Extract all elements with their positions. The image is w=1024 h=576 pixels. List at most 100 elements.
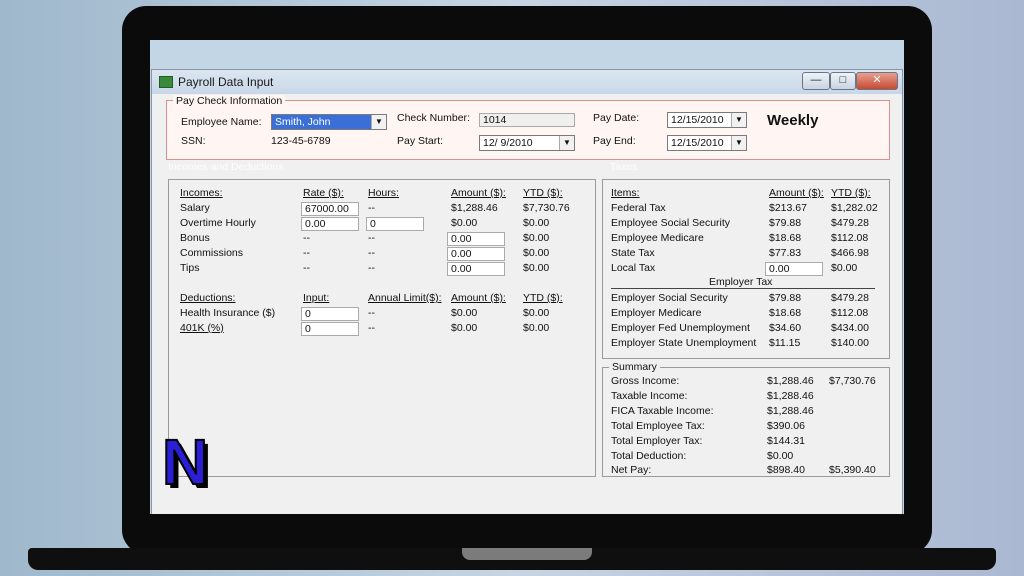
tax-label: Local Tax: [611, 262, 656, 274]
pay-frequency: Weekly: [767, 112, 819, 129]
incomes-deductions-group: Incomes: Rate ($): Hours: Amount ($): YT…: [168, 179, 596, 477]
summary-label: Total Employee Tax:: [611, 420, 705, 432]
payroll-window: Payroll Data Input — □ ✕ Pay Check Infor…: [151, 69, 903, 514]
paycheck-info-group: Pay Check Information Employee Name: Smi…: [166, 95, 890, 160]
pay-date-label: Pay Date:: [593, 112, 640, 124]
maximize-button[interactable]: □: [830, 72, 856, 90]
pay-date-value: 12/15/2010: [671, 114, 724, 126]
tips-amount-input[interactable]: 0.00: [447, 262, 505, 276]
summary-label: FICA Taxable Income:: [611, 405, 714, 417]
income-label: Salary: [180, 202, 210, 214]
salary-hours: --: [368, 202, 375, 214]
annual-limit-header: Annual Limit($):: [368, 292, 442, 304]
chevron-down-icon[interactable]: ▼: [371, 115, 386, 129]
employer-tax-ytd: $434.00: [831, 322, 869, 334]
summary-label: Total Employer Tax:: [611, 435, 703, 447]
bonus-rate: --: [303, 232, 310, 244]
401k-amount: $0.00: [451, 322, 478, 334]
salary-rate-input[interactable]: 67000.00: [301, 202, 359, 216]
close-button[interactable]: ✕: [856, 72, 898, 90]
bonus-hours: --: [368, 232, 375, 244]
summary-ytd: $5,390.40: [829, 464, 876, 476]
tax-amount-header: Amount ($):: [769, 187, 824, 199]
employer-tax-label: Employer State Unemployment: [611, 337, 757, 349]
pay-end-label: Pay End:: [593, 135, 636, 147]
items-header: Items:: [611, 187, 640, 199]
deduction-amount-header: Amount ($):: [451, 292, 506, 304]
deduction-label: Health Insurance ($): [180, 307, 276, 319]
bonus-amount-input[interactable]: 0.00: [447, 232, 505, 246]
pay-start-label: Pay Start:: [397, 135, 444, 147]
deduction-ytd-header: YTD ($):: [523, 292, 563, 304]
hours-header: Hours:: [368, 187, 399, 199]
overtime-hours-input[interactable]: 0: [366, 217, 424, 231]
logo-letter: N: [162, 432, 208, 492]
income-label: Tips: [180, 262, 200, 274]
employee-name-value: Smith, John: [275, 116, 331, 128]
salary-amount: $1,288.46: [451, 202, 498, 214]
tax-label: Federal Tax: [611, 202, 666, 214]
overtime-rate-input[interactable]: 0.00: [301, 217, 359, 231]
salary-ytd: $7,730.76: [523, 202, 570, 214]
channel-logo: N N: [161, 432, 212, 492]
tips-hours: --: [368, 262, 375, 274]
input-header: Input:: [303, 292, 330, 304]
health-insurance-input[interactable]: 0: [301, 307, 359, 321]
overtime-amount: $0.00: [451, 217, 478, 229]
summary-amount: $1,288.46: [767, 405, 814, 417]
taxes-group: Items: Amount ($): YTD ($): Federal Tax …: [602, 179, 890, 359]
401k-ytd: $0.00: [523, 322, 550, 334]
health-limit: --: [368, 307, 375, 319]
employer-tax-amount: $11.15: [769, 337, 801, 349]
bonus-ytd: $0.00: [523, 232, 550, 244]
employer-divider: [611, 288, 875, 289]
tax-amount: $213.67: [769, 202, 807, 214]
pay-date-picker[interactable]: 12/15/2010 ▼: [667, 112, 747, 128]
401k-input[interactable]: 0: [301, 322, 359, 336]
local-tax-input[interactable]: 0.00: [765, 262, 823, 276]
chevron-down-icon[interactable]: ▼: [731, 113, 746, 127]
laptop-notch: [462, 548, 592, 560]
commissions-hours: --: [368, 247, 375, 259]
rate-header: Rate ($):: [303, 187, 344, 199]
health-amount: $0.00: [451, 307, 478, 319]
pay-end-picker[interactable]: 12/15/2010 ▼: [667, 135, 747, 151]
employer-tax-amount: $34.60: [769, 322, 802, 334]
commissions-rate: --: [303, 247, 310, 259]
pay-end-value: 12/15/2010: [671, 137, 724, 149]
tax-ytd: $1,282.02: [831, 202, 878, 214]
employer-tax-amount: $79.88: [769, 292, 802, 304]
pay-start-picker[interactable]: 12/ 9/2010 ▼: [479, 135, 575, 151]
summary-amount: $390.06: [767, 420, 805, 432]
chevron-down-icon[interactable]: ▼: [559, 136, 574, 150]
commissions-ytd: $0.00: [523, 247, 550, 259]
summary-label: Net Pay:: [611, 464, 652, 476]
tax-label: State Tax: [611, 247, 655, 259]
chevron-down-icon[interactable]: ▼: [731, 136, 746, 150]
paycheck-legend: Pay Check Information: [173, 95, 286, 107]
ssn-value: 123-45-6789: [271, 135, 331, 147]
employee-name-select[interactable]: Smith, John ▼: [271, 114, 387, 130]
employer-tax-ytd: $112.08: [831, 307, 869, 319]
summary-legend: Summary: [609, 361, 660, 373]
minimize-button[interactable]: —: [802, 72, 830, 90]
summary-amount: $144.31: [767, 435, 805, 447]
summary-label: Gross Income:: [611, 375, 680, 387]
incomes-header: Incomes:: [180, 187, 223, 199]
income-label: Commissions: [180, 247, 244, 259]
ssn-label: SSN:: [181, 135, 206, 147]
title-bar: Payroll Data Input — □ ✕: [152, 70, 902, 94]
tax-label: Employee Medicare: [611, 232, 704, 244]
health-ytd: $0.00: [523, 307, 550, 319]
commissions-amount-input[interactable]: 0.00: [447, 247, 505, 261]
check-number-field[interactable]: 1014: [479, 113, 575, 127]
deductions-header: Deductions:: [180, 292, 236, 304]
tax-ytd: $479.28: [831, 217, 869, 229]
ytd-header: YTD ($):: [523, 187, 563, 199]
deduction-label-401k[interactable]: 401K (%): [180, 322, 224, 334]
summary-amount: $0.00: [767, 450, 794, 462]
overtime-ytd: $0.00: [523, 217, 550, 229]
income-label: Bonus: [180, 232, 210, 244]
employee-name-label: Employee Name:: [181, 116, 262, 128]
summary-group: Summary Gross Income: $1,288.46 $7,730.7…: [602, 361, 890, 477]
